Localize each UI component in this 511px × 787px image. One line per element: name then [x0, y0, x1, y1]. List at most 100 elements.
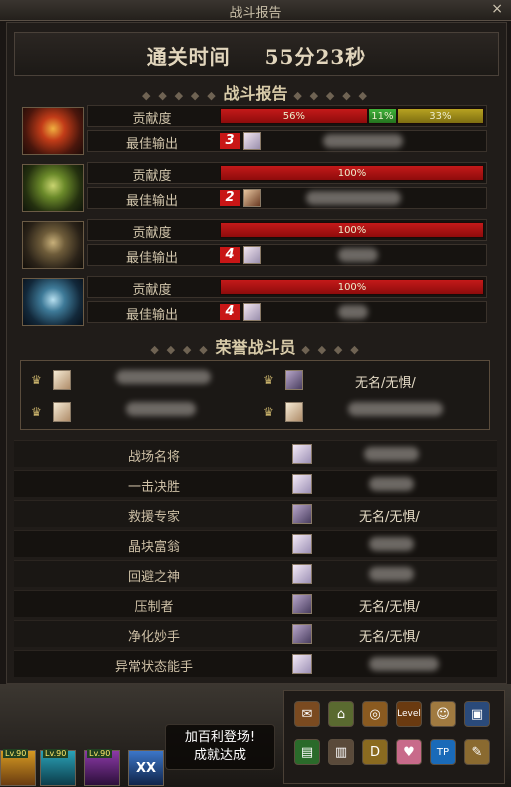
contribution-segment: 100% [220, 222, 484, 238]
character-portrait-icon [243, 303, 261, 321]
clear-time-label: 通关时间 [146, 45, 231, 69]
blurred-player-name [116, 370, 211, 384]
award-title: 战场名将 [127, 450, 180, 465]
clear-time-banner: 通关时间 55分23秒 [14, 32, 499, 76]
honor-member: ♛ 无名/无惧/ [263, 367, 489, 393]
best-output-label: 最佳输出 [125, 194, 178, 209]
contribution-label: 贡献度 [132, 226, 172, 241]
party-member-slot[interactable]: Lv.90 [0, 749, 36, 786]
rank-badge: 4 [220, 304, 240, 320]
honor-member: ♛ [31, 367, 257, 393]
contribution-label: 贡献度 [132, 169, 172, 184]
honor-member: ♛ [263, 399, 489, 425]
honor-members-box: ♛ ♛ 无名/无惧/ ♛ ♛ [20, 360, 490, 430]
class-helm-icon [22, 278, 84, 326]
class-helm-icon [22, 221, 84, 269]
daily-icon[interactable]: D [362, 739, 388, 765]
tp-icon[interactable]: TP [430, 739, 456, 765]
party-bar: Lv.90 Lv.90 Lv.90 XX [0, 748, 165, 787]
best-output-label: 最佳输出 [125, 308, 178, 323]
blurred-player-name [338, 305, 368, 319]
award-row: 晶块富翁 [14, 530, 497, 557]
award-row: 异常状态能手 [14, 650, 497, 677]
award-player-name: 无名/无惧/ [359, 600, 420, 615]
crown-icon: ♛ [263, 405, 274, 419]
blurred-player-name [126, 402, 196, 416]
compass-icon[interactable]: ◎ [362, 701, 388, 727]
crown-icon: ♛ [31, 373, 42, 387]
character-portrait-icon [292, 564, 312, 584]
character-portrait-icon [292, 594, 312, 614]
crown-icon: ♛ [263, 373, 274, 387]
honor-member-name: 无名/无惧/ [355, 376, 416, 391]
award-row: 战场名将 [14, 440, 497, 467]
character-portrait-icon [292, 654, 312, 674]
award-title: 救援专家 [127, 510, 180, 525]
character-portrait-icon [292, 474, 312, 494]
contribution-segment: 100% [220, 165, 484, 181]
contribution-segment: 56% [220, 108, 368, 124]
character-portrait-icon [53, 370, 71, 390]
contribution-bar: 100% [220, 165, 484, 181]
player-row: 贡献度 100% 最佳输出 2 [20, 162, 488, 214]
award-row: 压制者 无名/无惧/ [14, 590, 497, 617]
blurred-player-name [323, 134, 403, 148]
character-portrait-icon [292, 504, 312, 524]
blurred-player-name [306, 191, 401, 205]
award-title: 回避之神 [127, 570, 180, 585]
character-portrait-icon [243, 246, 261, 264]
honor-member: ♛ [31, 399, 257, 425]
house-icon[interactable]: ⌂ [328, 701, 354, 727]
level-up-icon[interactable]: Level [396, 701, 422, 727]
character-portrait-icon [243, 132, 261, 150]
contribution-segment: 100% [220, 279, 484, 295]
clear-time-value: 55分23秒 [264, 45, 367, 69]
contribution-segment: 11% [367, 108, 397, 124]
book-icon[interactable]: ✎ [464, 739, 490, 765]
party-member-slot[interactable]: Lv.90 [40, 749, 76, 786]
rank-badge: 4 [220, 247, 240, 263]
note-icon[interactable]: ▥ [328, 739, 354, 765]
best-output-label: 最佳输出 [125, 137, 178, 152]
award-row: 一击决胜 [14, 470, 497, 497]
rank-badge: 3 [220, 133, 240, 149]
award-player-name: 无名/无惧/ [359, 630, 420, 645]
blurred-player-name [364, 447, 419, 461]
avatar-icon[interactable]: ♥ [396, 739, 422, 765]
awards-list: 战场名将 一击决胜 救援专家 无名/无惧/ 晶块富翁 回避之神 压制者 无名/无… [14, 440, 497, 680]
character-portrait-icon [53, 402, 71, 422]
party-member-slot[interactable]: Lv.90 [84, 749, 120, 786]
award-title: 一击决胜 [127, 480, 180, 495]
best-output-label: 最佳输出 [125, 251, 178, 266]
document-icon[interactable]: ▤ [294, 739, 320, 765]
class-helm-icon [22, 107, 84, 155]
player-row: 贡献度 100% 最佳输出 4 [20, 276, 488, 328]
player-row: 贡献度 100% 最佳输出 4 [20, 219, 488, 271]
blurred-player-name [338, 248, 378, 262]
window-title: 战斗报告 [229, 6, 282, 21]
crown-icon: ♛ [31, 405, 42, 419]
close-icon[interactable]: × [491, 1, 503, 17]
blurred-player-name [369, 567, 414, 581]
player-row: 贡献度 56% 11% 33% 最佳输出 3 [20, 105, 488, 157]
award-row: 救援专家 无名/无惧/ [14, 500, 497, 527]
award-row: 净化妙手 无名/无惧/ [14, 620, 497, 647]
contribution-label: 贡献度 [132, 283, 172, 298]
quick-menu-bar: ✉ ⌂ ◎ Level ☺ ▣ ▤ ▥ D ♥ TP ✎ [283, 690, 505, 784]
contribution-bar: 56% 11% 33% [220, 108, 484, 124]
award-title: 异常状态能手 [114, 660, 193, 675]
blurred-player-name [369, 537, 414, 551]
character-portrait-icon [292, 624, 312, 644]
award-row: 回避之神 [14, 560, 497, 587]
blurred-player-name [348, 402, 443, 416]
blurred-player-name [369, 657, 439, 671]
party-member-slot[interactable]: XX [128, 750, 164, 786]
honor-section-title: ◆ ◆ ◆ ◆ 荣誉战斗员 ◆ ◆ ◆ ◆ [150, 338, 361, 357]
character-portrait-icon [243, 189, 261, 207]
award-title: 压制者 [134, 600, 174, 615]
award-title: 晶块富翁 [127, 540, 180, 555]
bag-icon[interactable]: ✉ [294, 701, 320, 727]
screen-icon[interactable]: ▣ [464, 701, 490, 727]
character-face-icon[interactable]: ☺ [430, 701, 456, 727]
report-section-title: ◆ ◆ ◆ ◆ ◆ 战斗报告 ◆ ◆ ◆ ◆ ◆ [142, 84, 369, 103]
